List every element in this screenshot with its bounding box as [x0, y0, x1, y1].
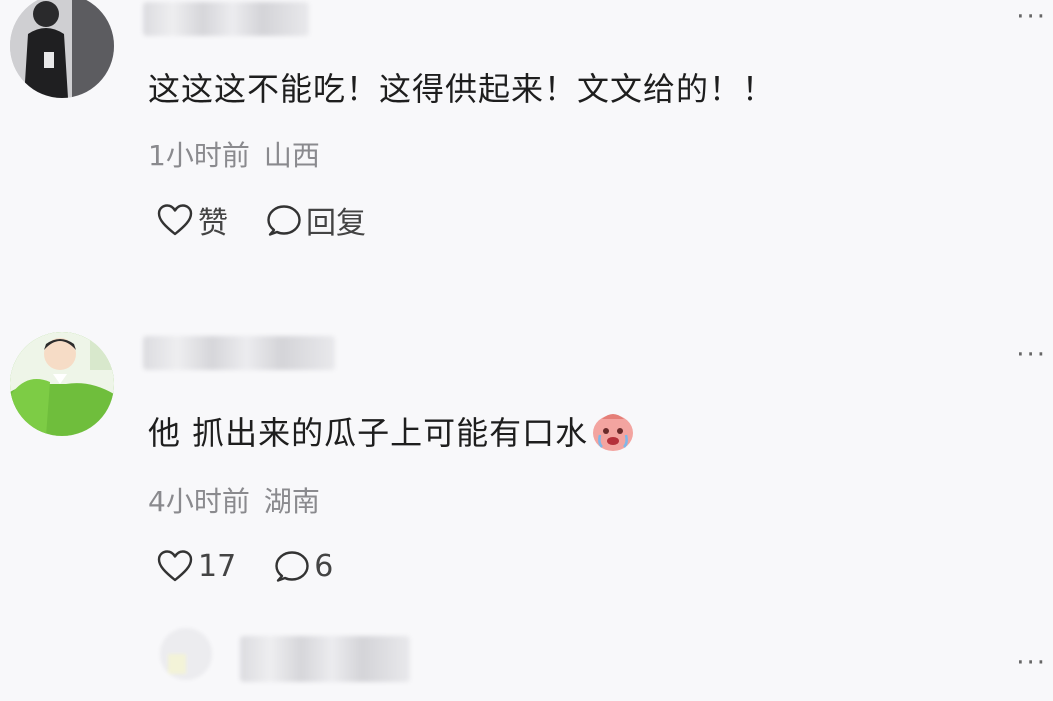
comment-time: 4小时前 — [148, 485, 250, 518]
comment-location: 山西 — [263, 139, 320, 172]
avatar-photo-icon — [10, 0, 114, 98]
heart-icon — [157, 204, 193, 236]
comment-text: 他 抓出来的瓜子上可能有口水 — [148, 408, 636, 461]
username-blurred[interactable] — [143, 2, 309, 36]
avatar-cartoon-icon — [10, 332, 114, 436]
avatar[interactable] — [10, 0, 114, 98]
comment-time: 1小时前 — [148, 139, 250, 172]
comment-meta: 1小时前 山西 — [148, 134, 320, 174]
comment-bubble-icon — [267, 205, 301, 236]
like-button[interactable]: 17 — [156, 549, 236, 584]
comment-actions: 17 6 — [156, 546, 333, 586]
more-options-button[interactable]: ··· — [1016, 340, 1047, 370]
avatar[interactable] — [10, 332, 114, 436]
username-blurred[interactable] — [143, 336, 335, 370]
comment-bubble-icon — [275, 551, 309, 582]
more-options-button[interactable]: ··· — [1016, 2, 1047, 32]
comment-text-content: 他 抓出来的瓜子上可能有口水 — [148, 414, 589, 452]
reply-button[interactable]: 6 — [274, 549, 333, 584]
comment-meta: 4小时前 湖南 — [148, 480, 320, 520]
like-label: 赞 — [198, 206, 228, 241]
sticker-crying-face-icon — [590, 409, 636, 461]
comment-text: 这这这不能吃！这得供起来！文文给的！！ — [148, 70, 776, 108]
reply-count: 6 — [314, 548, 334, 584]
avatar-photo-icon — [160, 628, 212, 680]
comment-actions: 赞 回复 — [156, 198, 366, 242]
more-options-button[interactable]: ··· — [1016, 648, 1047, 678]
reply-button[interactable]: 回复 — [266, 198, 366, 242]
comment-location: 湖南 — [263, 485, 320, 518]
like-button[interactable]: 赞 — [156, 198, 228, 242]
username-blurred[interactable] — [240, 636, 410, 682]
heart-icon — [157, 550, 193, 582]
reply-label: 回复 — [306, 206, 366, 241]
like-count: 17 — [198, 548, 237, 584]
avatar[interactable] — [160, 628, 212, 680]
